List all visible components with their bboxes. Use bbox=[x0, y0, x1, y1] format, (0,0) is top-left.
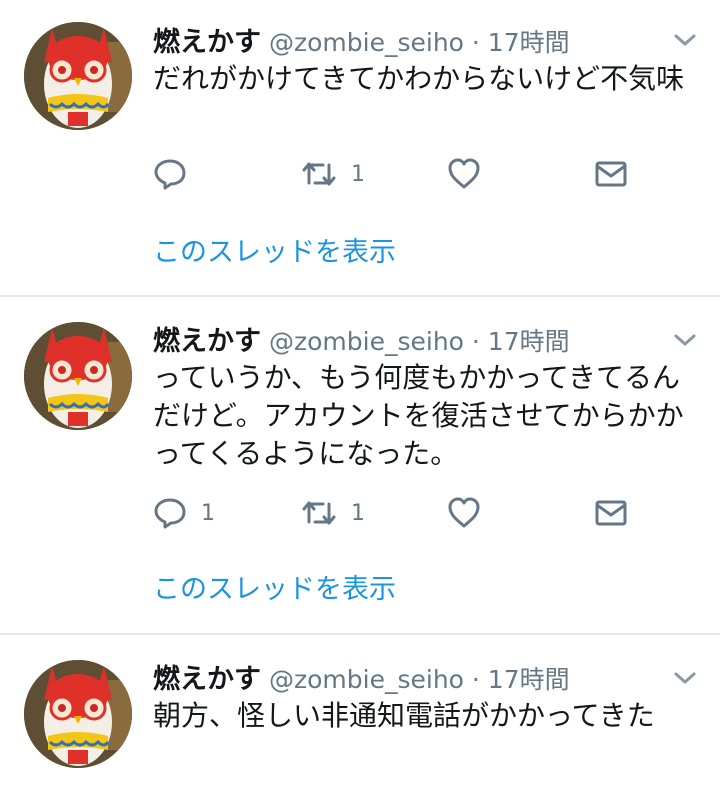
envelope-icon bbox=[595, 500, 627, 526]
chevron-down-icon[interactable] bbox=[672, 668, 698, 688]
retweet-button[interactable]: 1 bbox=[301, 156, 365, 192]
heart-icon bbox=[448, 497, 480, 528]
retweet-button[interactable]: 1 bbox=[301, 495, 365, 531]
retweet-icon bbox=[302, 501, 336, 525]
dm-button[interactable] bbox=[595, 495, 627, 531]
tweet-actions: 1 bbox=[153, 156, 653, 192]
show-thread-link[interactable]: このスレッドを表示 bbox=[153, 230, 396, 269]
tweet-header: 燃えかす @zombie_seiho · 17時間 bbox=[153, 319, 570, 358]
retweet-icon bbox=[302, 162, 336, 186]
handle-and-time: @zombie_seiho · 17時間 bbox=[269, 327, 570, 356]
display-name[interactable]: 燃えかす bbox=[153, 20, 261, 59]
reply-count: 1 bbox=[201, 500, 215, 526]
tweet-item[interactable]: 燃えかす @zombie_seiho · 17時間 朝方、怪しい非通知電話がかか… bbox=[0, 635, 720, 789]
reply-button[interactable] bbox=[153, 156, 201, 192]
handle-and-time: @zombie_seiho · 17時間 bbox=[269, 665, 570, 694]
reply-icon bbox=[154, 498, 186, 529]
tweet-header: 燃えかす @zombie_seiho · 17時間 bbox=[153, 657, 570, 696]
like-button[interactable] bbox=[447, 495, 481, 531]
tweet-text: っていうか、もう何度もかかってきてるんだけど。アカウントを復活させてからかかって… bbox=[153, 361, 684, 470]
avatar[interactable] bbox=[24, 322, 132, 430]
envelope-icon bbox=[595, 161, 627, 187]
tweet-item[interactable]: 燃えかす @zombie_seiho · 17時間 だれがかけてきてかわからない… bbox=[0, 0, 720, 296]
tweet-item[interactable]: 燃えかす @zombie_seiho · 17時間 っていうか、もう何度もかかっ… bbox=[0, 297, 720, 633]
show-thread-link[interactable]: このスレッドを表示 bbox=[153, 567, 396, 606]
tweet-text: 朝方、怪しい非通知電話がかかってきた bbox=[153, 699, 655, 732]
timeline: 燃えかす @zombie_seiho · 17時間 だれがかけてきてかわからない… bbox=[0, 0, 720, 789]
dm-button[interactable] bbox=[595, 156, 627, 192]
avatar[interactable] bbox=[24, 22, 132, 130]
retweet-count: 1 bbox=[351, 500, 365, 526]
display-name[interactable]: 燃えかす bbox=[153, 319, 261, 358]
tweet-actions: 1 1 bbox=[153, 495, 653, 531]
display-name[interactable]: 燃えかす bbox=[153, 657, 261, 696]
handle-and-time: @zombie_seiho · 17時間 bbox=[269, 28, 570, 57]
chevron-down-icon[interactable] bbox=[672, 330, 698, 350]
reply-button[interactable]: 1 bbox=[153, 495, 215, 531]
tweet-text: だれがかけてきてかわからないけど不気味 bbox=[153, 62, 685, 95]
chevron-down-icon[interactable] bbox=[672, 30, 698, 50]
reply-icon bbox=[154, 159, 186, 190]
heart-icon bbox=[448, 158, 480, 189]
like-button[interactable] bbox=[447, 156, 481, 192]
tweet-header: 燃えかす @zombie_seiho · 17時間 bbox=[153, 20, 570, 59]
retweet-count: 1 bbox=[351, 161, 365, 187]
avatar[interactable] bbox=[24, 660, 132, 768]
